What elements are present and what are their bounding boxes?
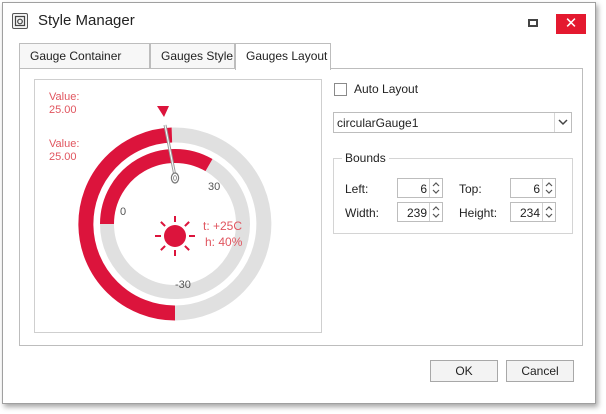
temperature-label: t: +25C <box>203 219 242 233</box>
window-title: Style Manager <box>38 12 135 29</box>
chevron-down-icon[interactable] <box>554 113 571 132</box>
bounds-legend: Bounds <box>342 151 389 165</box>
tab-gauge-container-style[interactable]: Gauge Container Style <box>19 43 150 87</box>
width-spin[interactable]: 239 <box>397 202 443 222</box>
height-value: 234 <box>519 206 540 220</box>
tab-gauges-style[interactable]: Gauges Style <box>150 43 235 69</box>
top-value: 6 <box>533 182 540 196</box>
top-label: Top: <box>459 182 482 196</box>
top-spin[interactable]: 6 <box>510 178 556 198</box>
outer-value: 25.00 <box>49 104 77 116</box>
marker-triangle-icon <box>157 106 169 117</box>
gauge-preview: Value: 25.00 Value: 25.00 30 0 -30 t: +2… <box>34 79 322 333</box>
gauges-layout-panel: Value: 25.00 Value: 25.00 30 0 -30 t: +2… <box>19 68 583 346</box>
ok-button[interactable]: OK <box>430 360 498 382</box>
inner-value: 25.00 <box>49 151 77 163</box>
outer-value-label: Value: <box>49 91 79 103</box>
minimize-icon[interactable] <box>528 19 538 27</box>
left-spin-arrows-icon[interactable] <box>429 179 442 197</box>
bounds-group: Bounds Left: 6 Top: 6 Width: 239 Height:… <box>333 151 573 234</box>
auto-layout-checkbox[interactable] <box>334 83 347 96</box>
cancel-button[interactable]: Cancel <box>506 360 574 382</box>
height-spin-arrows-icon[interactable] <box>542 203 555 221</box>
tab-gauges-layout[interactable]: Gauges Layout <box>235 43 331 70</box>
auto-layout-label: Auto Layout <box>354 82 419 96</box>
left-spin[interactable]: 6 <box>397 178 443 198</box>
humidity-label: h: 40% <box>205 235 243 249</box>
inner-value-label: Value: <box>49 138 79 150</box>
style-manager-window: Style Manager ✕ Gauge Container Style Ga… <box>2 2 596 404</box>
width-spin-arrows-icon[interactable] <box>429 203 442 221</box>
top-spin-arrows-icon[interactable] <box>542 179 555 197</box>
title-bar: Style Manager ✕ <box>3 3 595 39</box>
tick-label-30: 30 <box>208 181 220 193</box>
gauge-select-value: circularGauge1 <box>337 116 419 130</box>
gauge-select[interactable]: circularGauge1 <box>333 112 572 133</box>
width-label: Width: <box>345 206 380 220</box>
app-icon <box>12 13 28 29</box>
gauge-preview-canvas: Value: 25.00 Value: 25.00 30 0 -30 t: +2… <box>49 91 272 321</box>
tick-label-minus-30: -30 <box>175 279 191 291</box>
left-label: Left: <box>345 182 369 196</box>
left-value: 6 <box>420 182 427 196</box>
tick-label-0: 0 <box>120 206 126 218</box>
sun-icon <box>155 216 195 256</box>
height-spin[interactable]: 234 <box>510 202 556 222</box>
close-icon[interactable]: ✕ <box>556 14 586 34</box>
height-label: Height: <box>459 206 498 220</box>
width-value: 239 <box>406 206 427 220</box>
